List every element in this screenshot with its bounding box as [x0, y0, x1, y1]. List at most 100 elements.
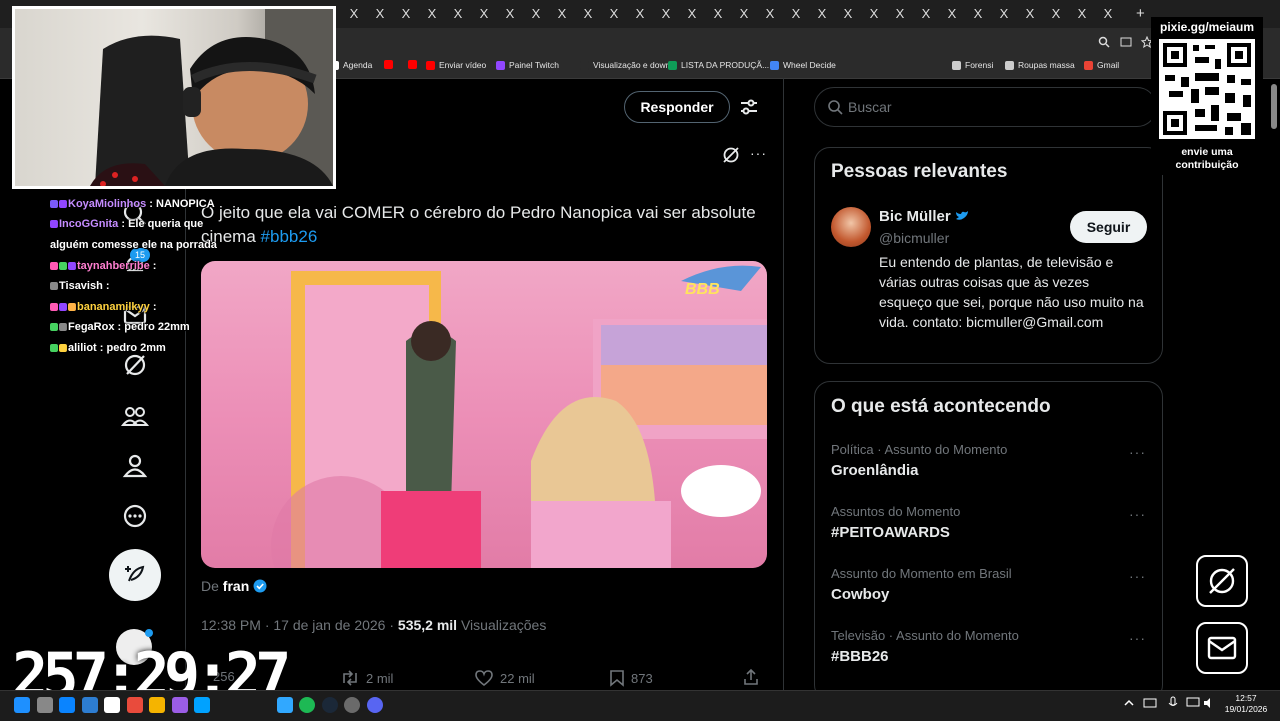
tab-close-button[interactable]: X — [971, 7, 985, 21]
display-icon[interactable] — [1186, 696, 1200, 710]
filter-settings-icon[interactable] — [739, 97, 759, 117]
bookmark-item[interactable]: Gmail — [1084, 60, 1119, 70]
tab-close-button[interactable]: X — [477, 7, 491, 21]
bookmark-item[interactable]: Agenda — [330, 60, 372, 70]
new-tab-button[interactable]: + — [1136, 5, 1145, 22]
tab-close-button[interactable]: X — [841, 7, 855, 21]
tab-close-button[interactable]: X — [867, 7, 881, 21]
tab-close-button[interactable]: X — [1049, 7, 1063, 21]
bookmark-item[interactable]: Visualização e down... — [580, 60, 677, 70]
person-name-row[interactable]: Bic Müller — [879, 208, 969, 225]
notepad-icon[interactable] — [104, 697, 120, 713]
share-icon[interactable] — [742, 668, 760, 686]
tab-close-button[interactable]: X — [737, 7, 751, 21]
person-avatar[interactable] — [831, 207, 871, 247]
grok-explain-icon[interactable] — [722, 146, 740, 164]
taskbar-clock[interactable]: 12:57 19/01/2026 — [1218, 693, 1274, 715]
tab-close-button[interactable]: X — [659, 7, 673, 21]
bookmark-favicon-icon — [1005, 60, 1014, 70]
tab-close-button[interactable]: X — [1101, 7, 1115, 21]
tab-close-button[interactable]: X — [581, 7, 595, 21]
tab-close-button[interactable]: X — [555, 7, 569, 21]
tab-close-button[interactable]: X — [685, 7, 699, 21]
bookmark-action[interactable]: 873 — [609, 669, 653, 687]
settings-icon[interactable] — [344, 697, 360, 713]
microphone-icon[interactable] — [1166, 696, 1180, 710]
start-icon[interactable] — [14, 697, 30, 713]
reply-button[interactable]: Responder — [624, 91, 730, 123]
files-icon[interactable] — [149, 697, 165, 713]
chat-text: NANOPICA — [156, 198, 215, 210]
attribution-user-link[interactable]: fran — [223, 578, 249, 594]
tab-close-button[interactable]: X — [1075, 7, 1089, 21]
trend-name: Groenlândia — [831, 462, 919, 479]
tab-close-button[interactable]: X — [373, 7, 387, 21]
bookmark-item[interactable]: Enviar vídeo — [426, 60, 486, 70]
messages-float-button[interactable] — [1196, 622, 1248, 674]
chat-username: KoyaMiolinhos — [68, 198, 147, 210]
network-icon[interactable] — [1143, 696, 1157, 710]
tab-close-button[interactable]: X — [893, 7, 907, 21]
chrome-icon[interactable] — [126, 697, 143, 713]
bookmark-item[interactable]: Forensi — [952, 60, 993, 70]
tab-close-button[interactable]: X — [425, 7, 439, 21]
bookmark-item[interactable] — [408, 60, 417, 69]
tab-close-button[interactable]: X — [763, 7, 777, 21]
tab-close-button[interactable]: X — [503, 7, 517, 21]
bookmark-item[interactable]: LISTA DA PRODUÇÃ... — [668, 60, 769, 70]
steam-icon[interactable] — [321, 697, 338, 713]
trend-more-button[interactable]: ··· — [1129, 568, 1146, 584]
chat-message: bananamilkyy : — [50, 301, 157, 313]
tab-close-button[interactable]: X — [529, 7, 543, 21]
bookmark-label: Wheel Decide — [783, 60, 836, 70]
volume-icon[interactable] — [1202, 696, 1216, 710]
app-icon[interactable] — [194, 697, 210, 713]
bookmark-item[interactable]: Roupas massa — [1005, 60, 1075, 70]
obs-icon[interactable] — [171, 697, 188, 713]
profile-icon[interactable] — [118, 449, 152, 483]
page-scrollbar-thumb[interactable] — [1271, 84, 1277, 129]
search-box[interactable]: Buscar — [814, 87, 1157, 127]
tab-close-button[interactable]: X — [1023, 7, 1037, 21]
search-taskbar-icon[interactable] — [36, 697, 53, 713]
grok-float-button[interactable] — [1196, 555, 1248, 607]
follow-button[interactable]: Seguir — [1070, 211, 1147, 243]
edge-icon[interactable] — [59, 697, 75, 713]
tab-close-button[interactable]: X — [997, 7, 1011, 21]
like-action[interactable]: 22 mil — [474, 669, 535, 687]
tab-close-button[interactable]: X — [633, 7, 647, 21]
cast-icon[interactable] — [1120, 36, 1132, 48]
trend-more-button[interactable]: ··· — [1129, 630, 1146, 646]
bookmark-item[interactable] — [384, 60, 393, 69]
discord-icon[interactable] — [366, 697, 383, 713]
more-icon[interactable] — [118, 499, 152, 533]
tab-close-button[interactable]: X — [919, 7, 933, 21]
bookmark-count: 873 — [631, 670, 653, 686]
communities-icon[interactable] — [118, 399, 152, 433]
tab-close-button[interactable]: X — [711, 7, 725, 21]
bookmark-item[interactable]: Painel Twitch — [496, 60, 559, 70]
tweet-video[interactable]: BBB — [201, 261, 767, 568]
tweet-timestamp[interactable]: 12:38 PM · 17 de jan de 2026 · — [201, 617, 394, 633]
explorer-icon[interactable] — [81, 697, 98, 713]
tab-close-button[interactable]: X — [347, 7, 361, 21]
tab-close-button[interactable]: X — [451, 7, 465, 21]
trend-more-button[interactable]: ··· — [1129, 444, 1146, 460]
zoom-icon[interactable] — [1098, 36, 1110, 48]
tray-chevron-up-icon[interactable] — [1124, 698, 1134, 708]
tab-close-button[interactable]: X — [945, 7, 959, 21]
trend-more-button[interactable]: ··· — [1129, 506, 1146, 522]
retweet-action[interactable]: 2 mil — [340, 669, 393, 687]
tab-close-button[interactable]: X — [607, 7, 621, 21]
tweet-more-button[interactable]: ··· — [750, 145, 767, 161]
bookmark-icon — [610, 670, 624, 687]
bookmark-item[interactable]: Wheel Decide — [770, 60, 836, 70]
tweet-metadata: 12:38 PM · 17 de jan de 2026 · 535,2 mil… — [201, 617, 546, 633]
tweet-hashtag-link[interactable]: #bbb26 — [261, 227, 318, 246]
tab-close-button[interactable]: X — [789, 7, 803, 21]
spotify-icon[interactable] — [299, 697, 315, 713]
tab-close-button[interactable]: X — [399, 7, 413, 21]
post-button[interactable] — [109, 549, 161, 601]
photoshop-icon[interactable] — [276, 697, 293, 713]
tab-close-button[interactable]: X — [815, 7, 829, 21]
